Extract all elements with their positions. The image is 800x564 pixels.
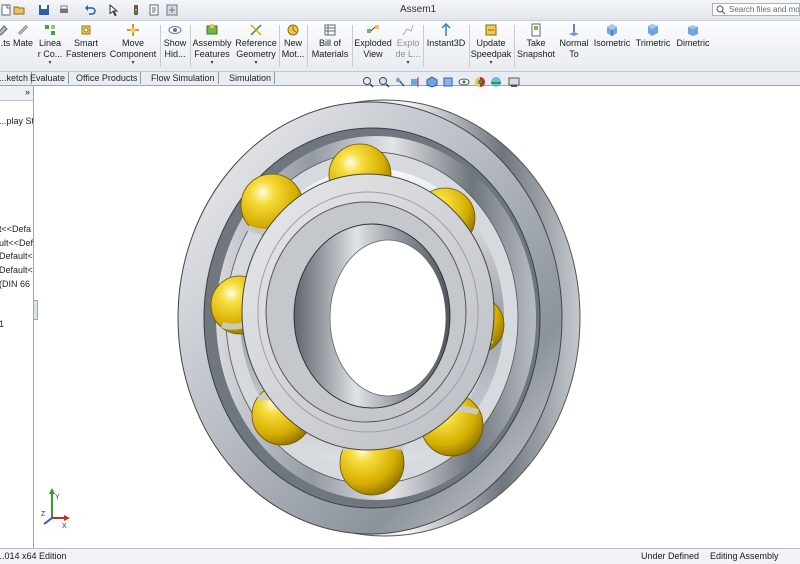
- instant3d-icon: [441, 23, 451, 36]
- show-hidden-button[interactable]: Show Hid...: [162, 23, 188, 60]
- status-bar: ...014 x64 Edition Under Defined Editing…: [0, 548, 800, 564]
- editing-mode: Editing Assembly: [710, 551, 779, 561]
- zoom-to-fit-icon[interactable]: [362, 76, 374, 88]
- tree-item[interactable]: Default<: [0, 265, 33, 275]
- tab-office-products[interactable]: Office Products: [73, 72, 142, 84]
- tree-item[interactable]: (DIN 66: [0, 279, 30, 289]
- svg-text:Z: Z: [41, 511, 46, 518]
- tree-item[interactable]: t<<Defa: [0, 224, 31, 234]
- linear-pattern-icon: [45, 25, 55, 35]
- update-speedpak-button[interactable]: Update Speedpak ▾: [470, 23, 512, 66]
- tab-evaluate[interactable]: Evaluate: [27, 72, 70, 84]
- dimetric-button[interactable]: Dimetric: [674, 23, 712, 49]
- coordinate-triad: Z Y X: [41, 488, 70, 530]
- reference-geometry-button[interactable]: Reference Geometry ▾: [234, 23, 278, 66]
- search-icon: [716, 5, 726, 15]
- edit-appearance-icon[interactable]: [474, 76, 486, 88]
- definition-state: Under Defined: [641, 551, 700, 561]
- move-component-button[interactable]: Move Component ▾: [108, 23, 158, 66]
- assembly-features-icon: [206, 24, 218, 35]
- ribbon-separator: [307, 25, 308, 67]
- instant3d-button[interactable]: Instant3D: [424, 23, 468, 49]
- reference-geometry-icon: [250, 24, 262, 36]
- dimetric-cube-icon: [688, 25, 698, 36]
- update-speedpak-icon: [485, 24, 497, 36]
- move-component-icon: [127, 24, 139, 36]
- tab-simulation[interactable]: Simulation: [226, 72, 276, 84]
- title-bar: Assem1 Search files and models: [0, 0, 800, 21]
- smart-fasteners-button[interactable]: Smart Fasteners: [65, 23, 107, 60]
- exploded-view-icon: [367, 25, 379, 33]
- zoom-to-area-icon[interactable]: [378, 76, 390, 88]
- tree-item[interactable]: 1: [0, 319, 4, 329]
- edition-label: ...014 x64 Edition: [0, 551, 67, 561]
- take-snapshot-button[interactable]: Take Snapshot: [515, 23, 557, 60]
- new-document-icon[interactable]: [0, 4, 12, 16]
- apply-scene-icon[interactable]: [490, 76, 502, 88]
- snapshot-icon: [531, 23, 541, 37]
- select-arrow-icon[interactable]: [108, 4, 120, 16]
- feature-manager-header: »: [0, 86, 33, 101]
- explode-line-sketch-button[interactable]: Explo de L... ▾: [395, 23, 421, 66]
- trimetric-cube-icon: [648, 24, 658, 36]
- bill-of-materials-button[interactable]: Bill of Materials: [309, 23, 351, 60]
- isometric-cube-icon: [607, 24, 617, 36]
- ribbon-separator: [190, 25, 191, 67]
- svg-text:X: X: [62, 523, 67, 530]
- open-folder-icon[interactable]: [13, 4, 25, 16]
- rebuild-icon[interactable]: [130, 4, 142, 16]
- tree-item[interactable]: ult<<Def: [0, 238, 33, 248]
- view-orientation-icon[interactable]: [426, 76, 438, 88]
- normal-to-icon: [569, 24, 579, 36]
- tab-flow-simulation[interactable]: Flow Simulation: [148, 72, 219, 84]
- assembly-features-button[interactable]: Assembly Features ▾: [192, 23, 232, 66]
- save-icon[interactable]: [38, 4, 50, 16]
- normal-to-button[interactable]: Normal To: [557, 23, 591, 60]
- panel-splitter[interactable]: [33, 300, 38, 320]
- hide-show-items-icon[interactable]: [458, 76, 470, 88]
- tree-item[interactable]: ...play Sta: [0, 116, 33, 126]
- window-title: Assem1: [400, 4, 437, 15]
- file-properties-icon[interactable]: [148, 4, 160, 16]
- expand-chevron-icon[interactable]: »: [25, 87, 30, 97]
- search-placeholder: Search files and models: [729, 5, 800, 14]
- tree-item[interactable]: Default<: [0, 251, 33, 261]
- exploded-view-button[interactable]: Exploded View: [353, 23, 393, 60]
- undo-icon[interactable]: [84, 4, 96, 16]
- graphics-area[interactable]: Z Y X: [34, 86, 800, 548]
- smart-fasteners-icon: [81, 25, 91, 35]
- explode-line-sketch-icon: [402, 24, 414, 36]
- section-view-icon[interactable]: [410, 76, 422, 88]
- insert-components-icon: [0, 25, 8, 36]
- options-icon[interactable]: [166, 4, 178, 16]
- print-icon[interactable]: [58, 4, 70, 16]
- feature-manager-tree: » ...play Sta t<<Defa ult<<Def Default< …: [0, 86, 34, 548]
- bearing-model[interactable]: Z Y X: [34, 86, 800, 548]
- previous-view-icon[interactable]: [394, 76, 406, 88]
- view-settings-icon[interactable]: [508, 76, 520, 88]
- command-manager-ribbon: ...ts Mate Linea r Co...▾ Smart Fastener…: [0, 21, 800, 72]
- linear-pattern-button[interactable]: Linea r Co... ▾: [37, 23, 63, 66]
- new-motion-study-button[interactable]: New Mot...: [280, 23, 306, 60]
- svg-text:Y: Y: [55, 494, 60, 501]
- mate-button[interactable]: Mate: [11, 23, 35, 49]
- search-input[interactable]: Search files and models: [712, 3, 800, 16]
- ribbon-separator: [160, 25, 161, 67]
- display-style-icon[interactable]: [442, 76, 454, 88]
- mate-icon: [17, 24, 29, 36]
- trimetric-button[interactable]: Trimetric: [633, 23, 673, 49]
- bill-of-materials-icon: [324, 24, 336, 36]
- new-motion-study-icon: [287, 24, 299, 36]
- isometric-button[interactable]: Isometric: [592, 23, 632, 49]
- show-hidden-icon: [168, 26, 182, 34]
